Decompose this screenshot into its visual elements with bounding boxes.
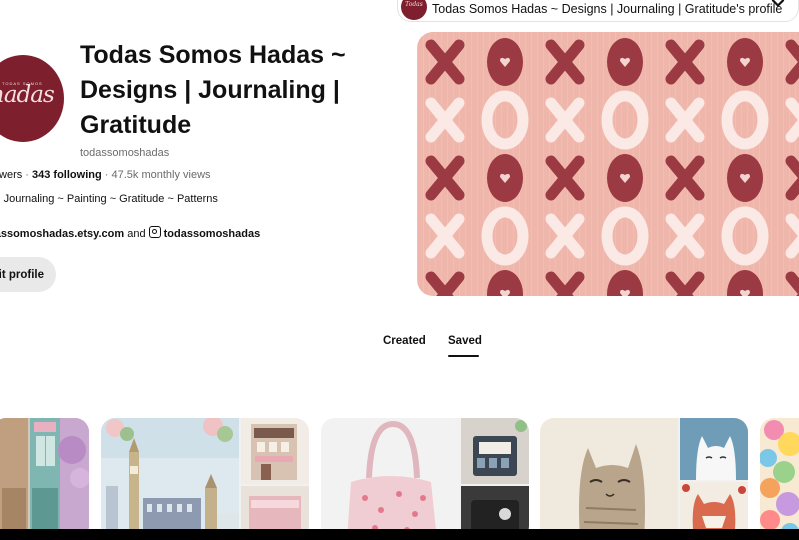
pattern-o <box>487 38 523 86</box>
pattern-x <box>785 213 799 259</box>
pattern-x <box>785 271 799 296</box>
pattern-x <box>425 39 465 85</box>
pattern-o <box>721 90 769 150</box>
switcher-label: Todas Somos Hadas ~ Designs | Journaling… <box>432 2 783 16</box>
pattern-o <box>607 270 643 296</box>
pattern-o <box>481 90 529 150</box>
pattern-x <box>545 39 585 85</box>
pattern-x <box>785 39 799 85</box>
pattern-o <box>721 206 769 266</box>
following-count[interactable]: 343 following <box>32 169 102 181</box>
pattern-o <box>607 38 643 86</box>
board-card[interactable] <box>540 418 748 540</box>
pattern-x <box>665 271 705 296</box>
stats-separator: · <box>22 169 33 181</box>
profile-stats: llowers · 343 following · 47.5k monthly … <box>0 169 211 181</box>
pattern-x <box>665 39 705 85</box>
avatar-logo-text: hadas <box>0 82 55 108</box>
profile-bio: t ~ Journaling ~ Painting ~ Gratitude ~ … <box>0 193 218 205</box>
tab-created[interactable]: Created <box>383 335 426 347</box>
edit-profile-button[interactable]: it profile <box>0 257 56 292</box>
instagram-link[interactable]: todassomoshadas <box>164 228 261 240</box>
pattern-o <box>727 154 763 202</box>
pattern-x <box>545 271 585 296</box>
xo-pattern <box>425 38 799 296</box>
tab-saved[interactable]: Saved <box>448 335 482 347</box>
pattern-o <box>487 154 523 202</box>
profile-links: dassomoshadas.etsy.com and todassomoshad… <box>0 226 260 240</box>
cover-image <box>417 32 799 296</box>
pattern-x <box>665 213 705 259</box>
board-card[interactable] <box>321 418 529 540</box>
pattern-x <box>785 97 799 143</box>
pattern-o <box>487 270 523 296</box>
board-card[interactable] <box>760 418 799 540</box>
pattern-x <box>545 97 585 143</box>
pattern-o <box>727 38 763 86</box>
followers-count[interactable]: llowers <box>0 169 22 181</box>
instagram-icon <box>148 226 161 238</box>
pattern-x <box>785 155 799 201</box>
profile-switcher[interactable]: Todas Todas Somos Hadas ~ Designs | Jour… <box>397 0 799 22</box>
avatar: TODAS SOMOS hadas <box>0 55 64 142</box>
chevron-down-icon[interactable] <box>770 0 786 11</box>
pattern-o <box>727 270 763 296</box>
pattern-o <box>601 206 649 266</box>
pattern-x <box>425 155 465 201</box>
taskbar-strip <box>0 529 799 540</box>
pattern-o <box>481 206 529 266</box>
board-card[interactable] <box>101 418 309 540</box>
board-cover-image <box>0 418 89 540</box>
pattern-o <box>607 154 643 202</box>
and-text: and <box>127 228 146 240</box>
switcher-avatar: Todas <box>401 0 427 20</box>
pattern-x <box>545 155 585 201</box>
pattern-x <box>665 97 705 143</box>
monthly-views: 47.5k monthly views <box>111 169 211 181</box>
pattern-x <box>425 213 465 259</box>
board-cover-image <box>321 418 529 540</box>
switcher-avatar-text: Todas <box>405 1 423 8</box>
profile-name: Todas Somos Hadas ~ Designs | Journaling… <box>80 41 346 139</box>
pattern-x <box>545 213 585 259</box>
board-cover-image <box>760 418 799 540</box>
profile-handle: todassomoshadas <box>80 147 170 159</box>
website-link[interactable]: dassomoshadas.etsy.com <box>0 228 124 240</box>
board-card[interactable] <box>0 418 89 540</box>
board-cover-image <box>540 418 748 540</box>
board-cover-image <box>101 418 309 540</box>
pattern-x <box>425 271 465 296</box>
pattern-o <box>601 90 649 150</box>
pattern-x <box>425 97 465 143</box>
pattern-x <box>665 155 705 201</box>
active-tab-indicator <box>448 355 479 357</box>
